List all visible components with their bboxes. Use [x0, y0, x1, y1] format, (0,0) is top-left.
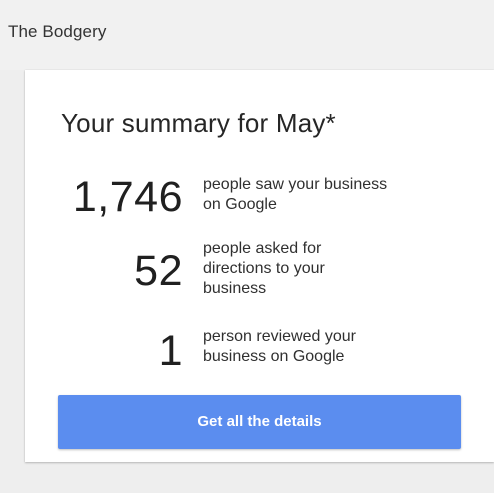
- stat-number-views: 1,746: [72, 173, 183, 221]
- business-name: The Bodgery: [8, 22, 107, 41]
- summary-card: Your summary for May* 1,746 people saw y…: [25, 70, 494, 462]
- stat-text-reviews: person reviewed your business on Google: [203, 327, 463, 367]
- stat-text-line: people saw your business: [203, 176, 388, 193]
- stat-text-line: business on Google: [203, 348, 345, 365]
- stat-text-line: people asked for: [203, 240, 322, 257]
- page: The Bodgery Your summary for May* 1,746 …: [0, 0, 494, 493]
- stat-text-line: business: [203, 280, 267, 297]
- stat-text-views: people saw your business on Google: [203, 175, 463, 215]
- stat-text-line: directions to your: [203, 260, 325, 277]
- stat-text-line: person reviewed your: [203, 328, 356, 345]
- stat-number-directions: 52: [134, 247, 183, 295]
- stat-text-line: on Google: [203, 196, 277, 213]
- get-details-button[interactable]: Get all the details: [58, 395, 461, 449]
- stat-text-directions: people asked for directions to your busi…: [203, 239, 463, 299]
- summary-title: Your summary for May*: [61, 108, 336, 138]
- business-header: The Bodgery: [0, 0, 494, 70]
- stat-number-reviews: 1: [158, 327, 183, 375]
